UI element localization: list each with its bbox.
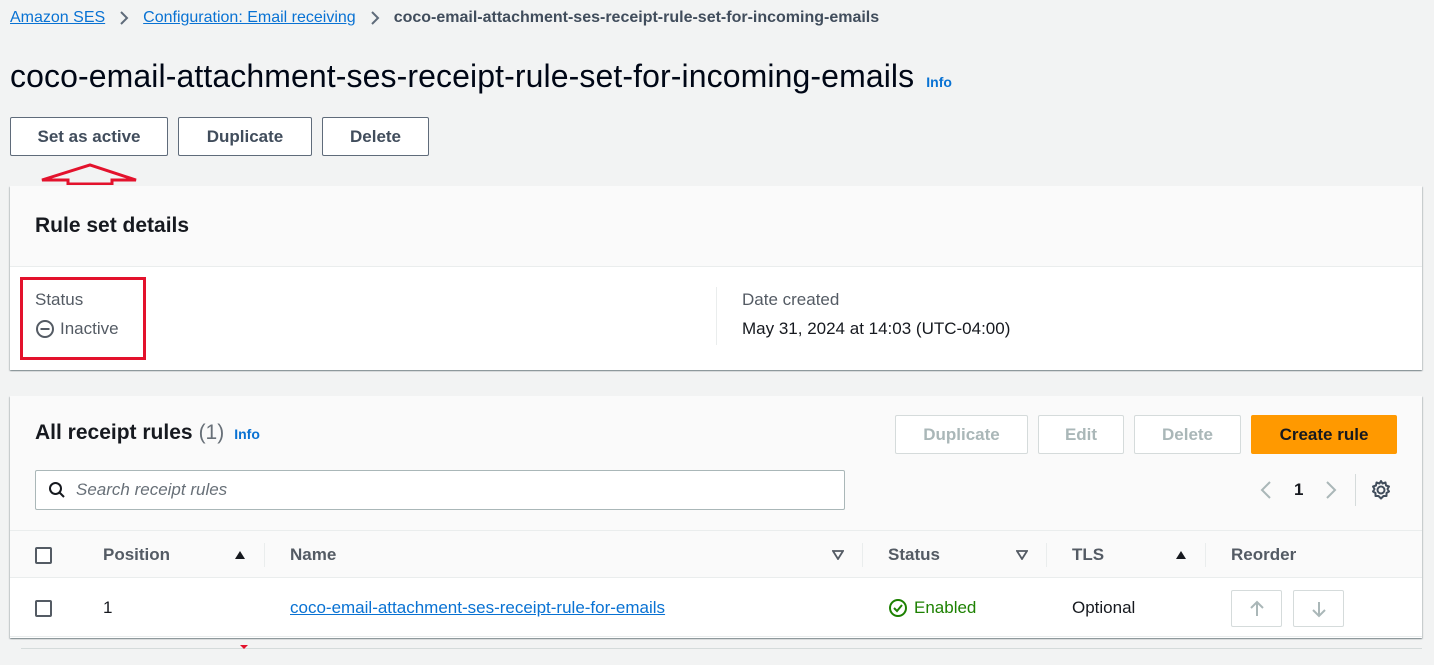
chevron-right-icon — [370, 10, 380, 26]
table-row: 1 coco-email-attachment-ses-receipt-rule… — [10, 579, 1422, 637]
column-divider — [862, 543, 863, 567]
sort-ascending-icon[interactable] — [234, 550, 246, 560]
column-header-reorder: Reorder — [1231, 545, 1297, 564]
chevron-right-icon — [119, 10, 129, 26]
delete-rule-set-button[interactable]: Delete — [322, 117, 429, 156]
breadcrumb-current: coco-email-attachment-ses-receipt-rule-s… — [393, 9, 880, 26]
rules-title: All receipt rules (1) Info — [35, 421, 260, 445]
date-created-label: Date created — [742, 290, 840, 309]
breadcrumb-link-amazon-ses[interactable]: Amazon SES — [10, 9, 105, 27]
rules-count: (1) — [198, 421, 225, 444]
search-box — [35, 470, 845, 510]
row-position: 1 — [103, 598, 113, 617]
date-created-value: May 31, 2024 at 14:03 (UTC-04:00) — [742, 319, 1011, 338]
chevron-left-icon — [1260, 481, 1271, 499]
arrow-down-icon — [1311, 601, 1326, 617]
column-header-status[interactable]: Status — [888, 531, 940, 579]
search-input[interactable] — [76, 480, 816, 500]
status-highlight-box — [20, 277, 146, 360]
rules-title-text: All receipt rules — [35, 421, 193, 444]
divider — [21, 648, 1422, 649]
date-created-field: Date created May 31, 2024 at 14:03 (UTC-… — [742, 290, 1010, 339]
preferences-button[interactable] — [1370, 479, 1392, 506]
column-divider — [264, 543, 265, 567]
column-divider — [1205, 543, 1206, 567]
column-header-tls[interactable]: TLS — [1072, 531, 1104, 579]
duplicate-rule-set-button[interactable]: Duplicate — [178, 117, 312, 156]
row-checkbox[interactable] — [35, 599, 52, 617]
sort-descending-icon[interactable] — [832, 550, 844, 560]
breadcrumb: Amazon SES Configuration: Email receivin… — [10, 7, 879, 29]
sort-descending-icon[interactable] — [1016, 550, 1028, 560]
column-divider — [1046, 543, 1047, 567]
column-header-name[interactable]: Name — [290, 531, 336, 579]
rules-info-link[interactable]: Info — [234, 426, 260, 442]
column-divider — [716, 287, 717, 345]
create-rule-button[interactable]: Create rule — [1251, 415, 1397, 454]
chevron-right-icon — [1326, 481, 1337, 499]
rules-header: All receipt rules (1) Info Duplicate Edi… — [10, 396, 1422, 530]
up-arrow-annotation-icon — [41, 163, 137, 185]
rule-name-link[interactable]: coco-email-attachment-ses-receipt-rule-f… — [290, 598, 665, 618]
title-row: coco-email-attachment-ses-receipt-rule-s… — [10, 58, 952, 95]
rule-set-details-title: Rule set details — [35, 214, 190, 237]
move-down-button[interactable] — [1293, 590, 1344, 627]
row-tls: Optional — [1072, 598, 1136, 617]
delete-rule-button[interactable]: Delete — [1134, 415, 1241, 454]
row-status-cell: Enabled — [888, 579, 976, 637]
edit-rule-button[interactable]: Edit — [1038, 415, 1124, 454]
row-select-cell — [35, 579, 52, 637]
search-icon — [49, 482, 65, 498]
set-as-active-button[interactable]: Set as active — [10, 117, 168, 156]
breadcrumb-link-email-receiving[interactable]: Configuration: Email receiving — [143, 9, 356, 27]
panel-header: Rule set details — [10, 186, 1422, 267]
current-page-number[interactable]: 1 — [1294, 480, 1303, 500]
page-title: coco-email-attachment-ses-receipt-rule-s… — [10, 58, 915, 94]
column-header-position[interactable]: Position — [103, 531, 170, 579]
select-all-cell — [35, 531, 52, 579]
arrow-up-icon — [1249, 600, 1264, 616]
gear-icon — [1372, 480, 1390, 500]
sort-ascending-icon[interactable] — [1175, 550, 1187, 560]
row-name-cell: coco-email-attachment-ses-receipt-rule-f… — [290, 579, 665, 637]
next-page-button[interactable] — [1320, 480, 1342, 500]
select-all-checkbox[interactable] — [35, 546, 52, 564]
status-enabled: Enabled — [888, 598, 976, 618]
table-header: Position Name Status TLS Reorder — [10, 530, 1422, 578]
check-circle-icon — [889, 599, 907, 617]
rule-set-details-panel: Rule set details Status Inactive Date cr… — [10, 186, 1422, 370]
marker-icon — [240, 645, 248, 649]
duplicate-rule-button[interactable]: Duplicate — [895, 415, 1028, 454]
pagination: 1 — [1255, 476, 1342, 504]
info-link[interactable]: Info — [926, 74, 952, 90]
move-up-button[interactable] — [1231, 590, 1282, 627]
previous-page-button[interactable] — [1255, 480, 1277, 500]
pager-divider — [1355, 474, 1356, 506]
receipt-rules-panel: All receipt rules (1) Info Duplicate Edi… — [10, 396, 1422, 638]
details-body: Status Inactive Date created May 31, 202… — [10, 267, 1422, 370]
row-status-text: Enabled — [914, 598, 977, 617]
